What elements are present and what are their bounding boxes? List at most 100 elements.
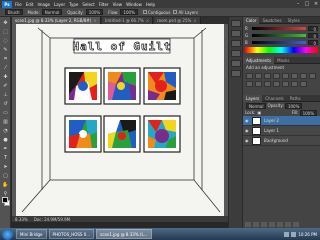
layer-opacity-field[interactable]: 100% [284,102,303,109]
tab-paths[interactable]: Paths [287,95,304,102]
taskbar-button-active[interactable]: scan1.jpg @ 8.33% (L... [96,229,152,239]
brush-tool-icon[interactable]: ✐ [1,82,10,89]
path-select-tool-icon[interactable]: ➤ [1,163,10,170]
mask-icon[interactable] [261,222,267,227]
character-panel-icon[interactable] [231,60,241,67]
paragraph-panel-icon[interactable] [231,70,241,77]
blur-tool-icon[interactable]: ◔ [1,127,10,134]
healing-tool-icon[interactable]: ✚ [1,73,10,80]
photo-filter-icon[interactable] [246,81,253,87]
mode-select[interactable]: Normal [41,9,63,15]
actions-panel-icon[interactable] [231,30,241,37]
tab-layers[interactable]: Layers [243,94,263,102]
tab-swatches[interactable]: Swatches [259,17,284,24]
threshold-icon[interactable] [282,81,289,87]
tab-color[interactable]: Color [243,16,260,24]
black-white-icon[interactable] [309,73,316,79]
quick-select-tool-icon[interactable]: ✎ [1,46,10,53]
adjustment-layer-icon[interactable] [269,222,275,227]
taskbar-button[interactable]: PHOTOS_HOSS 0... [48,229,95,239]
minimize-icon[interactable]: – [294,1,302,8]
tab-masks[interactable]: Masks [274,57,292,64]
green-value-field[interactable]: 0 [308,32,318,39]
folder-icon[interactable] [277,222,283,227]
move-tool-icon[interactable]: ✥ [1,19,10,26]
fx-icon[interactable] [253,222,259,227]
menu-layer[interactable]: Layer [54,2,65,7]
brightness-icon[interactable] [246,73,253,79]
tab-adjustments[interactable]: Adjustments [243,56,275,64]
tab-styles[interactable]: Styles [285,17,303,24]
menu-file[interactable]: File [15,2,22,7]
eye-icon[interactable]: ◉ [245,128,250,133]
history-brush-tool-icon[interactable]: ↺ [1,100,10,107]
close-icon[interactable]: × [193,18,196,23]
vibrance-icon[interactable] [282,73,289,79]
new-layer-icon[interactable] [285,222,291,227]
marquee-tool-icon[interactable]: ⬚ [1,28,10,35]
clone-source-panel-icon[interactable] [231,50,241,57]
all-layers-checkbox[interactable] [173,10,178,14]
maximize-icon[interactable]: □ [303,1,311,8]
hue-saturation-icon[interactable] [291,73,298,79]
clone-stamp-tool-icon[interactable]: ⊥ [1,91,10,98]
menu-image[interactable]: Image [37,2,50,7]
curves-icon[interactable] [264,73,271,79]
invert-icon[interactable] [264,81,271,87]
dodge-tool-icon[interactable]: ● [1,136,10,143]
color-spectrum-bar[interactable] [245,47,318,53]
gradient-tool-icon[interactable]: ▥ [1,118,10,125]
brush-panel-icon[interactable] [231,40,241,47]
close-icon[interactable]: × [93,18,96,23]
link-icon[interactable] [245,222,251,227]
layer-row[interactable]: ◉ Background [243,136,320,146]
tab-channels[interactable]: Channels [262,95,287,102]
hand-tool-icon[interactable]: ✋ [1,181,10,188]
document-tab[interactable]: room.psd @ 25% × [154,17,201,24]
lasso-tool-icon[interactable]: ◌ [1,37,10,44]
start-button[interactable] [2,228,13,240]
green-slider[interactable] [252,33,306,37]
flow-field[interactable]: 100% [120,9,138,15]
menu-view[interactable]: View [113,2,123,7]
levels-icon[interactable] [255,73,262,79]
document-tab[interactable]: Untitled-1 @ 66.7% × [101,17,154,24]
eye-icon[interactable]: ◉ [245,138,250,143]
color-balance-icon[interactable] [300,73,307,79]
blend-mode-select[interactable]: Normal [246,102,267,109]
shape-tool-icon[interactable]: ▢ [1,172,10,179]
exposure-icon[interactable] [273,73,280,79]
document-tab-active[interactable]: scan1.jpg @ 8.33% (Layer 2, RGB/8#) × [12,17,101,24]
blue-value-field[interactable]: 0 [308,39,318,46]
opacity-field[interactable]: 100% [85,9,104,15]
red-value-field[interactable]: 0 [308,25,318,32]
taskbar-button[interactable]: Mini Bridge [16,229,47,239]
selective-color-icon[interactable] [300,81,307,87]
history-panel-icon[interactable] [231,20,241,27]
document-canvas[interactable]: Hall of Guilt [16,24,224,216]
eraser-tool-icon[interactable]: ▭ [1,109,10,116]
close-icon[interactable]: × [312,1,320,8]
zoom-tool-icon[interactable]: ⚲ [1,190,10,197]
layer-row[interactable]: ◉ Layer 2 [243,116,320,126]
menu-filter[interactable]: Filter [99,2,109,7]
fill-field[interactable]: 100% [299,109,317,116]
eyedropper-tool-icon[interactable]: ⁄ [1,64,10,71]
contiguous-checkbox[interactable] [142,10,147,14]
menu-window[interactable]: Window [126,2,142,7]
zoom-level[interactable]: 8.33% [15,217,28,222]
layer-row[interactable]: ◉ Layer 1 [243,126,320,136]
foreground-color-swatch[interactable] [2,197,8,203]
posterize-icon[interactable] [273,81,280,87]
clock[interactable]: 10:26 PM [298,232,317,237]
type-tool-icon[interactable]: T [1,154,10,161]
network-icon[interactable] [284,231,290,237]
close-icon[interactable]: × [146,18,149,23]
lock-icon[interactable]: ▣ [257,110,261,115]
canvas-area[interactable]: Hall of Guilt [12,24,228,216]
menu-help[interactable]: Help [146,2,155,7]
channel-mixer-icon[interactable] [255,81,262,87]
menu-type[interactable]: Type [69,2,78,7]
volume-icon[interactable] [291,231,297,237]
menu-select[interactable]: Select [82,2,94,7]
